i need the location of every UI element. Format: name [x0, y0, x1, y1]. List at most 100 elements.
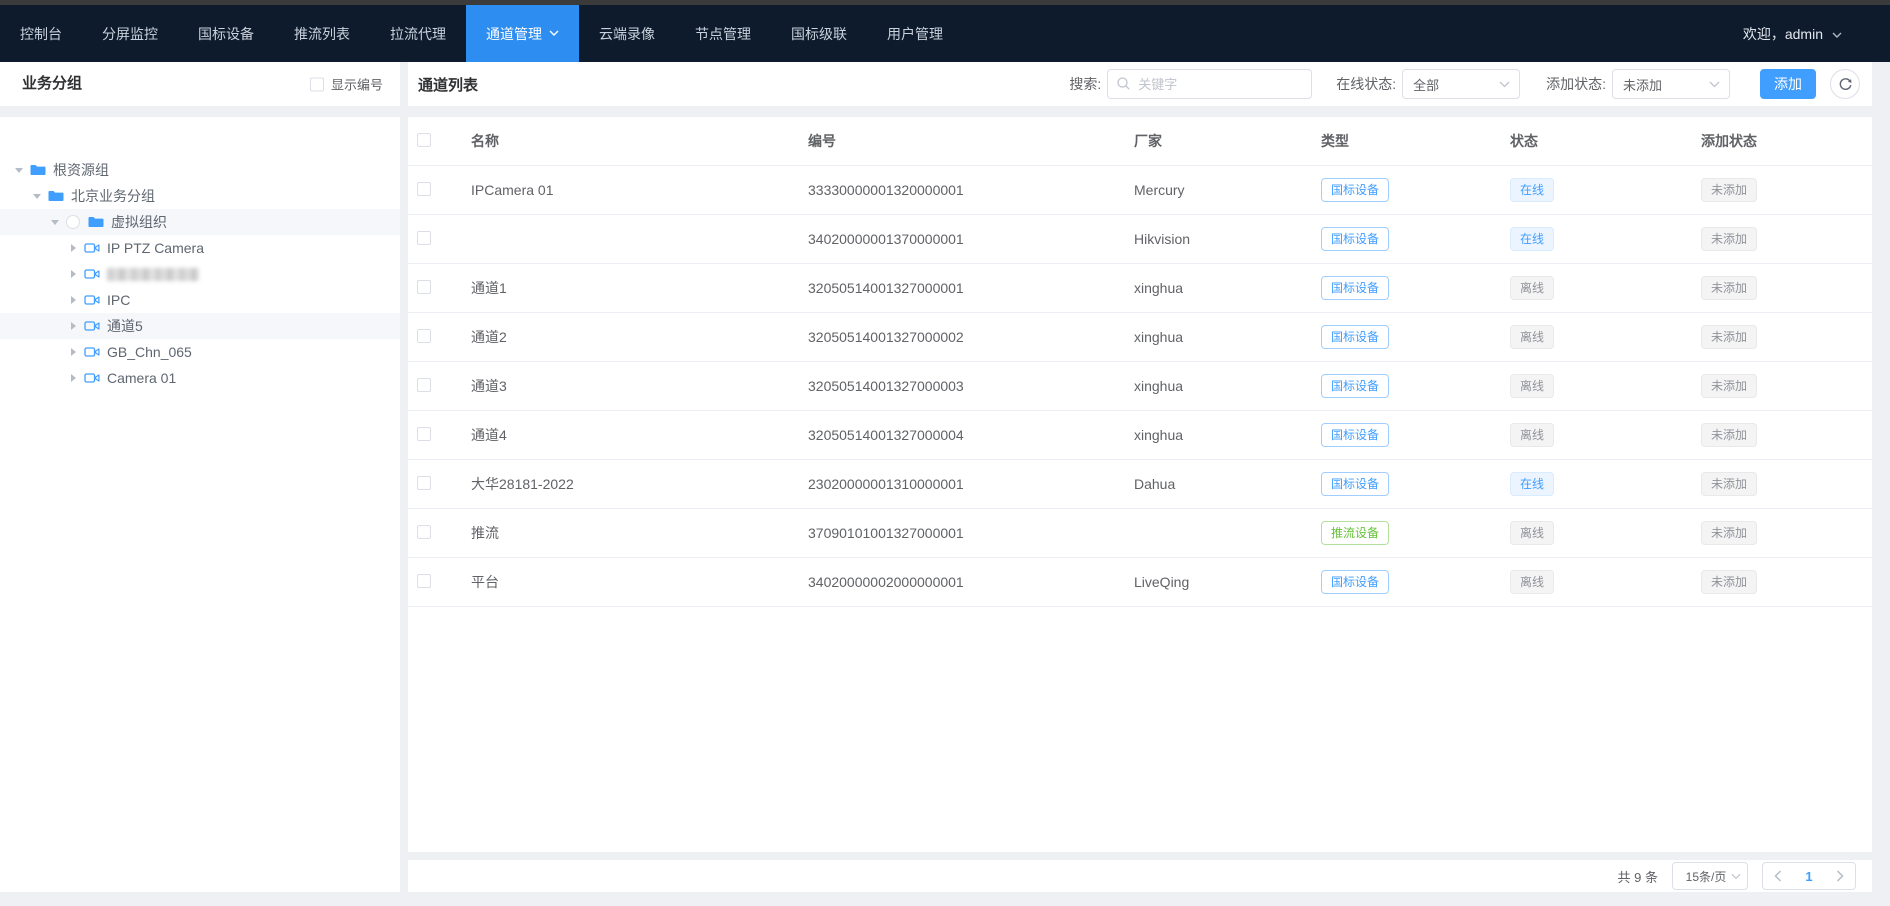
folder-icon [88, 214, 104, 230]
caret-right-icon[interactable] [66, 270, 80, 278]
status-badge: 在线 [1510, 178, 1554, 202]
caret-right-icon[interactable] [66, 374, 80, 382]
cell-name: 通道4 [471, 425, 808, 445]
cell-vendor: Mercury [1134, 182, 1321, 198]
select-all-checkbox[interactable] [417, 133, 431, 147]
cell-code: 32050514001327000003 [808, 378, 1134, 394]
cell-vendor: xinghua [1134, 378, 1321, 394]
chevron-down-icon [1499, 81, 1510, 88]
row-checkbox[interactable] [417, 574, 431, 588]
cell-code: 23020000001310000001 [808, 476, 1134, 492]
add-status-badge: 未添加 [1701, 472, 1757, 496]
nav-tab-user-mgmt[interactable]: 用户管理 [867, 5, 963, 62]
tree-item-redacted[interactable] [0, 261, 400, 287]
video-camera-icon [84, 240, 100, 256]
add-status-badge: 未添加 [1701, 570, 1757, 594]
add-status-select[interactable]: 未添加 [1612, 69, 1730, 99]
cell-code: 37090101001327000001 [808, 525, 1134, 541]
cell-name: 通道3 [471, 376, 808, 396]
caret-right-icon[interactable] [66, 244, 80, 252]
add-status-badge: 未添加 [1701, 521, 1757, 545]
add-status-badge: 未添加 [1701, 276, 1757, 300]
table-row[interactable]: 通道2 32050514001327000002 xinghua 国标设备 离线… [408, 313, 1872, 362]
nav-tab-gb-devices[interactable]: 国标设备 [178, 5, 274, 62]
row-checkbox[interactable] [417, 329, 431, 343]
type-badge: 国标设备 [1321, 423, 1389, 447]
tree-item-channel5[interactable]: 通道5 [0, 313, 400, 339]
tree-item-beijing-group[interactable]: 北京业务分组 [0, 183, 400, 209]
search-label: 搜索: [1069, 74, 1101, 94]
video-camera-icon [84, 344, 100, 360]
table-row[interactable]: 34020000001370000001 Hikvision 国标设备 在线 未… [408, 215, 1872, 264]
caret-right-icon[interactable] [66, 322, 80, 330]
cell-name: 平台 [471, 572, 808, 592]
cell-code: 32050514001327000004 [808, 427, 1134, 443]
add-status-badge: 未添加 [1701, 227, 1757, 251]
type-badge: 推流设备 [1321, 521, 1389, 545]
row-checkbox[interactable] [417, 280, 431, 294]
add-button[interactable]: 添加 [1760, 69, 1816, 99]
caret-down-icon[interactable] [30, 194, 44, 199]
row-checkbox[interactable] [417, 427, 431, 441]
table-row[interactable]: 推流 37090101001327000001 推流设备 离线 未添加 [408, 509, 1872, 558]
cell-name: 大华28181-2022 [471, 474, 808, 494]
table-row[interactable]: 通道1 32050514001327000001 xinghua 国标设备 离线… [408, 264, 1872, 313]
show-number-label: 显示编号 [331, 75, 383, 94]
caret-right-icon[interactable] [66, 296, 80, 304]
tree-item-gb-chn-065[interactable]: GB_Chn_065 [0, 339, 400, 365]
table-row[interactable]: 通道3 32050514001327000003 xinghua 国标设备 离线… [408, 362, 1872, 411]
page-size-select[interactable]: 15条/页 [1672, 862, 1748, 890]
row-checkbox[interactable] [417, 378, 431, 392]
row-checkbox[interactable] [417, 525, 431, 539]
show-number-checkbox[interactable] [310, 77, 324, 91]
type-badge: 国标设备 [1321, 570, 1389, 594]
nav-tab-console[interactable]: 控制台 [0, 5, 82, 62]
table-row[interactable]: 大华28181-2022 23020000001310000001 Dahua … [408, 460, 1872, 509]
tree-item-label: 北京业务分组 [71, 186, 155, 206]
nav-tab-cloud-record[interactable]: 云端录像 [579, 5, 675, 62]
refresh-button[interactable] [1830, 69, 1860, 99]
online-status-select[interactable]: 全部 [1402, 69, 1520, 99]
tree-item-camera-01[interactable]: Camera 01 [0, 365, 400, 391]
show-number-toggle[interactable]: 显示编号 [310, 75, 383, 94]
table-row[interactable]: IPCamera 01 33330000001320000001 Mercury… [408, 166, 1872, 215]
tree-item-label: IP PTZ Camera [107, 240, 204, 256]
nav-tab-gb-cascade[interactable]: 国标级联 [771, 5, 867, 62]
nav-tab-pull-proxy[interactable]: 拉流代理 [370, 5, 466, 62]
video-camera-icon [84, 318, 100, 334]
folder-icon [48, 188, 64, 204]
prev-page-button[interactable] [1763, 863, 1793, 889]
chevron-down-icon [1731, 873, 1741, 880]
row-checkbox[interactable] [417, 231, 431, 245]
page-size-value: 15条/页 [1681, 868, 1731, 885]
next-page-button[interactable] [1825, 863, 1855, 889]
chevron-down-icon [549, 30, 559, 37]
user-menu[interactable]: 欢迎，admin [1743, 5, 1890, 62]
nav-tab-push-list[interactable]: 推流列表 [274, 5, 370, 62]
table-row[interactable]: 通道4 32050514001327000004 xinghua 国标设备 离线… [408, 411, 1872, 460]
cell-vendor: LiveQing [1134, 574, 1321, 590]
radio-unchecked[interactable] [66, 215, 80, 229]
search-input[interactable] [1107, 69, 1312, 99]
col-header-vendor: 厂家 [1134, 131, 1321, 151]
caret-down-icon[interactable] [12, 168, 26, 173]
tree-item-root-group[interactable]: 根资源组 [0, 157, 400, 183]
status-badge: 在线 [1510, 472, 1554, 496]
tree-item-virtual-org[interactable]: 虚拟组织 [0, 209, 400, 235]
table-row[interactable]: 平台 34020000002000000001 LiveQing 国标设备 离线… [408, 558, 1872, 607]
row-checkbox[interactable] [417, 476, 431, 490]
row-checkbox[interactable] [417, 182, 431, 196]
caret-right-icon[interactable] [66, 348, 80, 356]
sidebar-header: 业务分组 显示编号 [0, 62, 400, 106]
video-camera-icon [84, 266, 100, 282]
nav-tab-split-monitor[interactable]: 分屏监控 [82, 5, 178, 62]
caret-down-icon[interactable] [48, 220, 62, 225]
tree-item-ip-ptz-camera[interactable]: IP PTZ Camera [0, 235, 400, 261]
nav-tab-node-mgmt[interactable]: 节点管理 [675, 5, 771, 62]
search-box [1107, 69, 1312, 99]
cell-vendor: xinghua [1134, 427, 1321, 443]
cell-name: 推流 [471, 523, 808, 543]
current-page-number[interactable]: 1 [1793, 869, 1825, 884]
tree-item-ipc[interactable]: IPC [0, 287, 400, 313]
nav-tab-channel-mgmt[interactable]: 通道管理 [466, 5, 579, 62]
